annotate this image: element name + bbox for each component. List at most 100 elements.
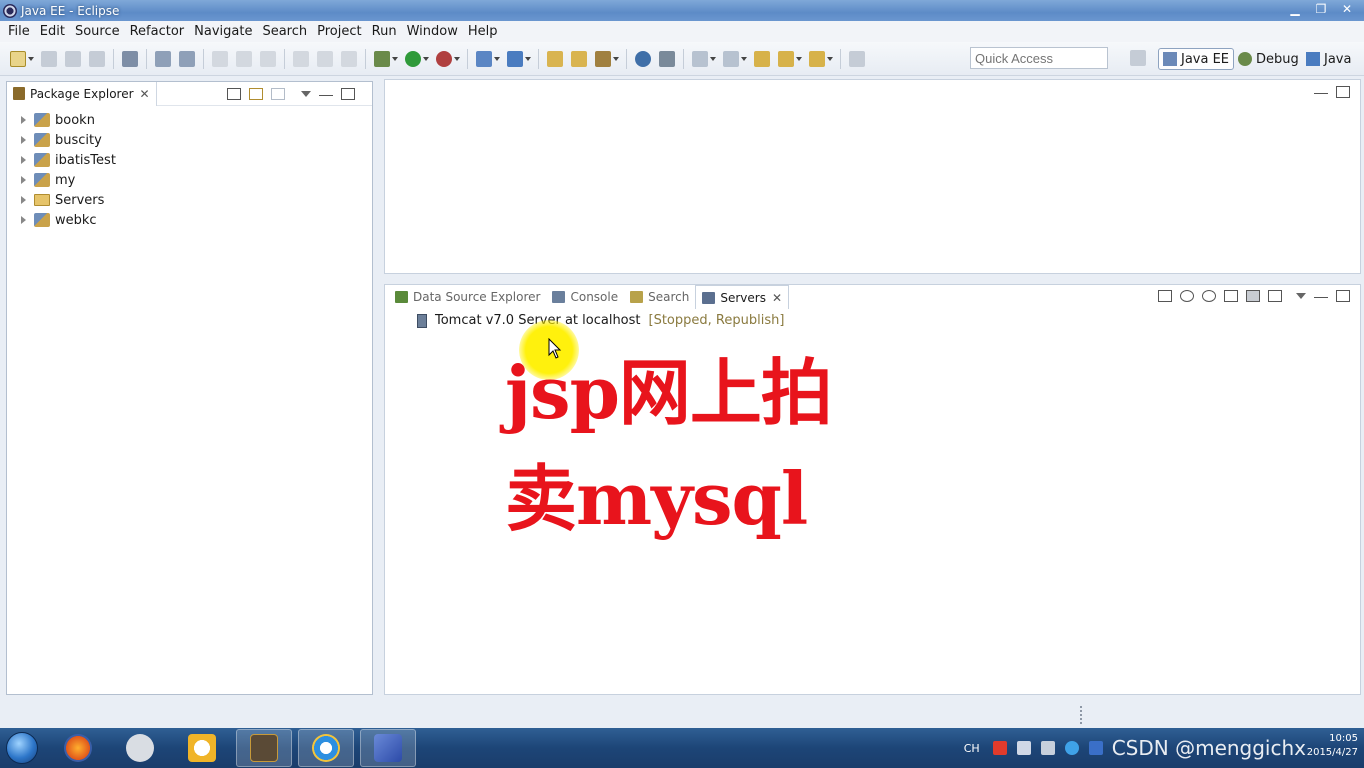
- search-dropdown-icon[interactable]: [613, 56, 619, 61]
- perspective-java-ee[interactable]: Java EE: [1158, 48, 1235, 70]
- new-class-icon[interactable]: [507, 50, 523, 67]
- taskbar-ie[interactable]: [298, 729, 354, 767]
- start-button[interactable]: [0, 728, 44, 768]
- taskbar-dolphin[interactable]: [360, 729, 416, 767]
- filter-icon[interactable]: [271, 88, 285, 100]
- link-with-editor-icon[interactable]: [249, 88, 263, 100]
- collapse-all-icon[interactable]: [227, 88, 241, 100]
- minimize-button[interactable]: ▁: [1282, 0, 1308, 18]
- globe-icon[interactable]: [635, 50, 651, 67]
- open-perspective-icon[interactable]: [1130, 50, 1146, 66]
- save-icon[interactable]: [41, 50, 57, 67]
- editor-area[interactable]: [384, 79, 1361, 274]
- expand-arrow-icon[interactable]: [21, 196, 26, 204]
- tab-servers[interactable]: Servers ✕: [695, 285, 790, 309]
- menu-navigate[interactable]: Navigate: [189, 24, 257, 39]
- publish-icon[interactable]: [1268, 290, 1282, 302]
- menu-help[interactable]: Help: [463, 24, 503, 39]
- print-icon[interactable]: [89, 50, 105, 67]
- menu-project[interactable]: Project: [312, 24, 366, 39]
- restore-button[interactable]: ❐: [1308, 0, 1334, 18]
- view-menu-icon[interactable]: [301, 91, 311, 97]
- redo-icon[interactable]: [236, 50, 252, 67]
- back-dropdown-icon[interactable]: [796, 56, 802, 61]
- prev-annotation-dropdown-icon[interactable]: [741, 56, 747, 61]
- stop-server-icon[interactable]: [1246, 290, 1260, 302]
- perspective-debug[interactable]: Debug: [1234, 48, 1303, 70]
- search-icon[interactable]: [595, 50, 611, 67]
- toggle-block-icon[interactable]: [179, 50, 195, 67]
- tab-search[interactable]: Search: [624, 285, 695, 309]
- taskbar-app-2[interactable]: [112, 729, 168, 767]
- forward-dropdown-icon[interactable]: [827, 56, 833, 61]
- maximize-view-icon[interactable]: [1336, 86, 1350, 98]
- skip-breakpoints-icon[interactable]: [122, 50, 138, 67]
- new-server-icon[interactable]: [476, 50, 492, 67]
- prev-annotation-icon[interactable]: [723, 50, 739, 67]
- close-icon[interactable]: ✕: [140, 87, 150, 101]
- resume-icon[interactable]: [293, 50, 309, 67]
- expand-arrow-icon[interactable]: [21, 136, 26, 144]
- debug-server-icon[interactable]: [1180, 290, 1194, 302]
- maximize-view-icon[interactable]: [1336, 290, 1350, 302]
- new-class-dropdown-icon[interactable]: [525, 56, 531, 61]
- language-indicator[interactable]: CH: [964, 742, 980, 755]
- taskbar-firefox[interactable]: [50, 729, 106, 767]
- new-server-dropdown-icon[interactable]: [494, 56, 500, 61]
- collapse-all-icon[interactable]: [1158, 290, 1172, 302]
- toggle-mark-icon[interactable]: [155, 50, 171, 67]
- menu-refactor[interactable]: Refactor: [125, 24, 190, 39]
- perspective-java[interactable]: Java: [1302, 48, 1355, 70]
- close-icon[interactable]: ✕: [772, 291, 782, 305]
- next-annotation-icon[interactable]: [692, 50, 708, 67]
- tree-item-servers[interactable]: Servers: [7, 190, 372, 210]
- tab-data-source-explorer[interactable]: Data Source Explorer: [389, 285, 546, 309]
- terminate-icon[interactable]: [341, 50, 357, 67]
- expand-arrow-icon[interactable]: [21, 116, 26, 124]
- menu-search[interactable]: Search: [257, 24, 312, 39]
- view-menu-icon[interactable]: [1296, 293, 1306, 299]
- forward-icon[interactable]: [809, 50, 825, 67]
- tab-package-explorer[interactable]: Package Explorer ✕: [7, 81, 157, 106]
- minimize-view-icon[interactable]: [1314, 297, 1328, 299]
- new-dropdown-icon[interactable]: [28, 56, 34, 61]
- tray-network-icon[interactable]: [1064, 741, 1079, 755]
- maximize-view-icon[interactable]: [341, 88, 355, 100]
- status-grip[interactable]: [1080, 706, 1082, 724]
- expand-arrow-icon[interactable]: [21, 176, 26, 184]
- menu-source[interactable]: Source: [70, 24, 125, 39]
- external-tools-dropdown-icon[interactable]: [454, 56, 460, 61]
- tree-item-bookn[interactable]: bookn: [7, 110, 372, 130]
- clock[interactable]: 10:05 2015/4/27: [1307, 732, 1358, 760]
- external-tools-icon[interactable]: [436, 50, 452, 67]
- back-icon[interactable]: [778, 50, 794, 67]
- taskbar-magnifier[interactable]: [174, 729, 230, 767]
- expand-arrow-icon[interactable]: [21, 216, 26, 224]
- sync-icon[interactable]: [659, 50, 675, 67]
- tray-volume-icon[interactable]: [1088, 741, 1103, 755]
- menu-window[interactable]: Window: [402, 24, 463, 39]
- taskbar-eclipse[interactable]: [236, 729, 292, 767]
- save-all-icon[interactable]: [65, 50, 81, 67]
- quick-access-input[interactable]: [970, 47, 1108, 69]
- tab-console[interactable]: Console: [546, 285, 624, 309]
- tree-item-my[interactable]: my: [7, 170, 372, 190]
- pin-editor-icon[interactable]: [849, 50, 865, 67]
- minimize-view-icon[interactable]: [1314, 93, 1328, 95]
- tray-arrow-icon[interactable]: [1016, 741, 1031, 755]
- start-server-icon[interactable]: [1202, 290, 1216, 302]
- menu-edit[interactable]: Edit: [35, 24, 70, 39]
- tree-item-webkc[interactable]: webkc: [7, 210, 372, 230]
- profile-server-icon[interactable]: [1224, 290, 1238, 302]
- last-edit-icon[interactable]: [754, 50, 770, 67]
- next-annotation-dropdown-icon[interactable]: [710, 56, 716, 61]
- open-folder-icon[interactable]: [571, 50, 587, 67]
- expand-arrow-icon[interactable]: [21, 156, 26, 164]
- server-entry[interactable]: Tomcat v7.0 Server at localhost [Stopped…: [417, 313, 784, 328]
- undo-icon[interactable]: [212, 50, 228, 67]
- tree-item-buscity[interactable]: buscity: [7, 130, 372, 150]
- menu-file[interactable]: File: [3, 24, 35, 39]
- minimize-view-icon[interactable]: [319, 95, 333, 97]
- open-type-icon[interactable]: [547, 50, 563, 67]
- step-icon[interactable]: [260, 50, 276, 67]
